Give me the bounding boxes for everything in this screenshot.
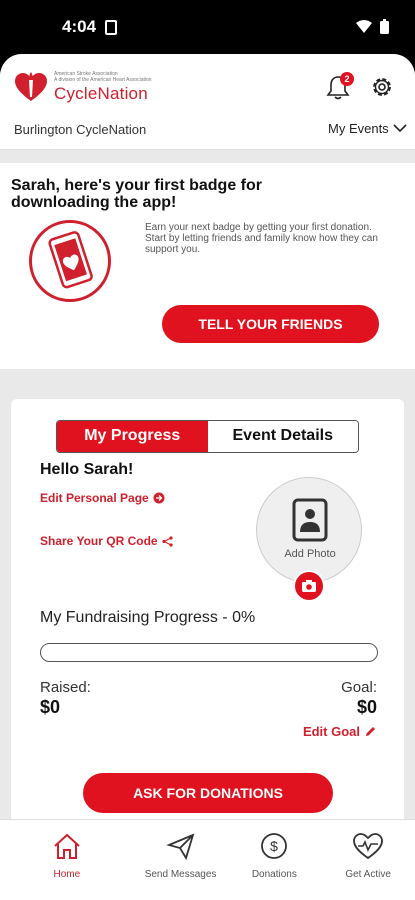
nav-home-label: Home xyxy=(53,869,81,880)
share-qr-code-link[interactable]: Share Your QR Code xyxy=(40,534,173,548)
heart-torch-logo-icon xyxy=(15,72,47,101)
event-name: Burlington CycleNation xyxy=(14,122,147,137)
share-icon xyxy=(161,535,173,547)
camera-icon xyxy=(302,580,316,592)
tab-my-progress[interactable]: My Progress xyxy=(57,421,208,452)
badge-image xyxy=(29,220,111,302)
nav-send-messages[interactable]: Send Messages xyxy=(134,820,228,900)
notification-badge: 2 xyxy=(340,72,354,86)
person-portrait-icon xyxy=(292,498,328,542)
progress-panel: My Progress Event Details Hello Sarah! E… xyxy=(11,399,404,829)
org-subname: A division of the American Heart Associa… xyxy=(54,76,152,83)
status-time: 4:04 xyxy=(62,17,97,36)
share-qr-code-label: Share Your QR Code xyxy=(40,534,158,548)
greeting: Hello Sarah! xyxy=(40,461,134,478)
edit-goal-link[interactable]: Edit Goal xyxy=(303,724,377,739)
edit-goal-label: Edit Goal xyxy=(302,724,360,739)
fundraising-progress-bar xyxy=(40,643,378,662)
sim-icon xyxy=(105,20,117,35)
svg-text:$: $ xyxy=(270,838,278,854)
raised-label: Raised: xyxy=(40,679,91,696)
nav-get-active-label: Get Active xyxy=(345,869,391,880)
phone-heart-icon xyxy=(48,231,93,289)
my-events-label: My Events xyxy=(328,121,389,136)
dollar-circle-icon: $ xyxy=(261,833,288,859)
heart-pulse-icon xyxy=(353,833,384,860)
tell-your-friends-button[interactable]: TELL YOUR FRIENDS xyxy=(162,305,379,343)
pencil-icon xyxy=(366,727,375,736)
arrow-circle-right-icon xyxy=(153,492,165,504)
nav-donations[interactable]: $ Donations xyxy=(227,820,321,900)
badge-card: Sarah, here's your first badge for downl… xyxy=(0,163,415,369)
edit-personal-page-link[interactable]: Edit Personal Page xyxy=(40,491,165,505)
cyclenation-logo: American Stroke Association A division o… xyxy=(14,70,152,104)
nav-donations-label: Donations xyxy=(251,869,297,880)
badge-title: Sarah, here's your first badge for downl… xyxy=(11,177,262,211)
raised-value: $0 xyxy=(40,697,61,717)
home-icon xyxy=(54,833,80,859)
camera-button[interactable] xyxy=(293,570,325,602)
add-photo-button[interactable]: Add Photo xyxy=(256,477,362,583)
chevron-down-icon xyxy=(393,124,407,133)
app-header: American Stroke Association A division o… xyxy=(0,54,415,150)
app-screen: American Stroke Association A division o… xyxy=(0,54,415,900)
panel-tabs: My Progress Event Details xyxy=(56,420,359,453)
add-photo-label: Add Photo xyxy=(284,548,336,560)
bottom-nav: Home Send Messages $ Donations Get Activ… xyxy=(0,819,415,900)
status-bar: 4:04 xyxy=(0,0,415,54)
tab-event-details[interactable]: Event Details xyxy=(207,421,358,452)
brand-name: CycleNation xyxy=(54,83,148,103)
status-icons xyxy=(356,19,389,34)
nav-get-active[interactable]: Get Active xyxy=(321,820,415,900)
fundraising-progress-title: My Fundraising Progress - 0% xyxy=(40,609,256,626)
wifi-icon xyxy=(356,19,372,33)
nav-send-messages-label: Send Messages xyxy=(144,869,217,880)
my-events-dropdown[interactable]: My Events xyxy=(328,121,407,136)
battery-icon xyxy=(380,19,389,34)
goal-value: $0 xyxy=(356,697,377,717)
paper-plane-icon xyxy=(165,833,194,861)
gear-icon[interactable] xyxy=(369,74,395,100)
goal-label: Goal: xyxy=(341,679,377,696)
badge-description: Earn your next badge by getting your fir… xyxy=(145,222,378,255)
ask-for-donations-button[interactable]: ASK FOR DONATIONS xyxy=(83,773,333,813)
edit-personal-page-label: Edit Personal Page xyxy=(40,491,149,505)
nav-home[interactable]: Home xyxy=(0,820,134,900)
